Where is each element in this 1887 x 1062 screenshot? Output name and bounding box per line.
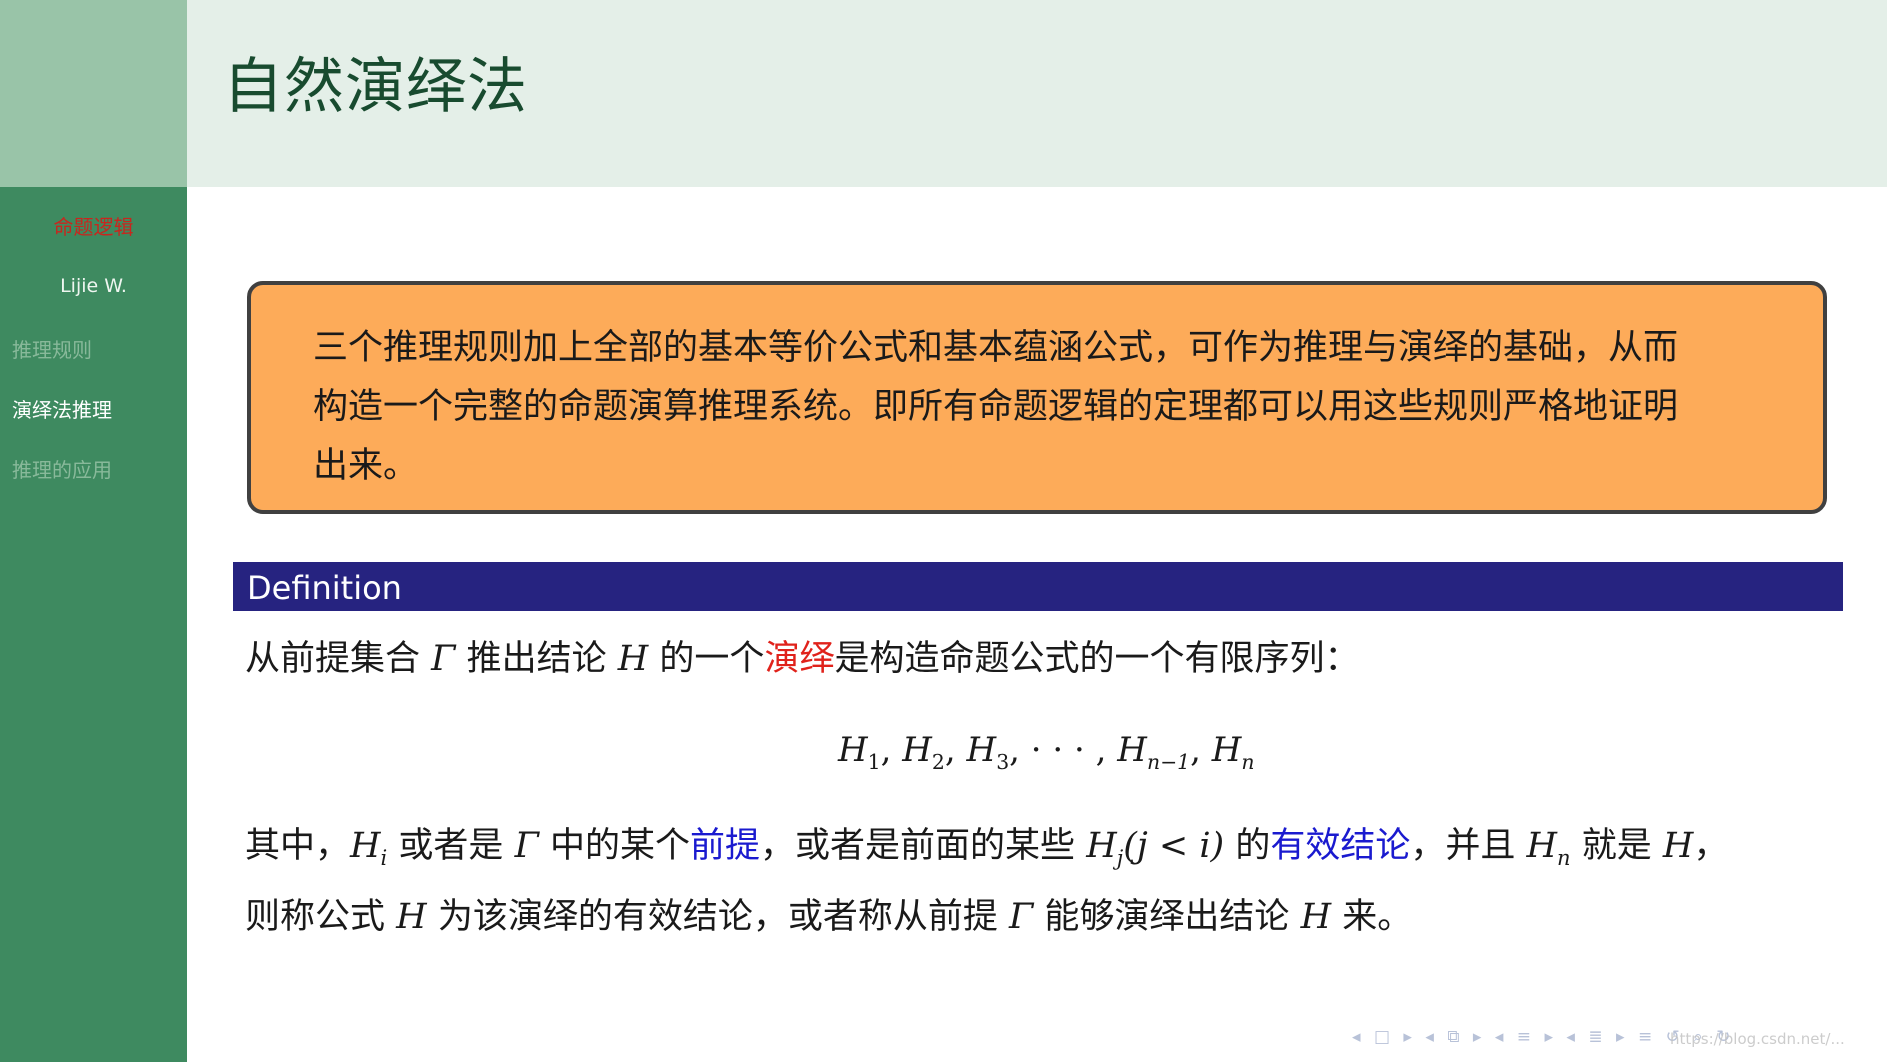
sidebar-item-deduction[interactable]: 演绎法推理 xyxy=(12,395,112,455)
nav-next-section-icon[interactable]: ▸ xyxy=(1544,1027,1557,1047)
nav-frame-icon[interactable]: □ xyxy=(1374,1027,1394,1047)
sidebar-item-applications[interactable]: 推理的应用 xyxy=(12,455,112,515)
math-h: H xyxy=(1300,897,1332,937)
definition-body: 从前提集合 Γ 推出结论 H 的一个演绎是构造命题公式的一个有限序列： xyxy=(245,635,1845,683)
highlight-line-2: 构造一个完整的命题演算推理系统。即所有命题逻辑的定理都可以用这些规则严格地证明 xyxy=(313,387,1679,427)
text-span: 是构造命题公式的一个有限序列： xyxy=(834,639,1360,679)
nav-prev-frame-icon[interactable]: ◂ xyxy=(1352,1027,1365,1047)
sidebar-item-inference-rules[interactable]: 推理规则 xyxy=(12,335,112,395)
nav-prev-section-icon[interactable]: ◂ xyxy=(1495,1027,1508,1047)
highlight-block: 三个推理规则加上全部的基本等价公式和基本蕴涵公式，可作为推理与演绎的基础，从而 … xyxy=(247,281,1827,514)
slide-title: 自然演绎法 xyxy=(223,52,528,122)
text-span: ，并且 xyxy=(1410,826,1516,866)
math-h: H xyxy=(966,730,997,770)
text-span: ，或者是前面的某些 xyxy=(760,826,1076,866)
separator: , xyxy=(1009,730,1020,770)
sidebar-author: Lijie W. xyxy=(60,275,127,297)
nav-next-frame-icon[interactable]: ▸ xyxy=(1403,1027,1416,1047)
separator: , xyxy=(1190,730,1201,770)
math-h: H xyxy=(1086,826,1117,866)
text-span: 能够演绎出结论 xyxy=(1044,897,1290,937)
link-valid-conclusion[interactable]: 有效结论 xyxy=(1270,826,1410,866)
text-span: ， xyxy=(1693,826,1729,866)
math-h: H xyxy=(1117,730,1147,770)
sidebar-presentation-title[interactable]: 命题逻辑 xyxy=(0,211,187,240)
formula-sequence: H1, H2, H3, · · · , Hn−1, Hn xyxy=(838,730,1255,774)
math-gamma: Γ xyxy=(514,826,539,866)
paragraph-line-2: 则称公式 H 为该演绎的有效结论，或者称从前提 Γ 能够演绎出结论 H 来。 xyxy=(245,888,1855,947)
text-span: 的一个 xyxy=(659,639,765,679)
text-span: 则称公式 xyxy=(245,897,386,937)
nav-subsection-icon[interactable]: ⧉ xyxy=(1447,1027,1463,1047)
math-h: H xyxy=(1211,730,1242,770)
subscript: n xyxy=(1557,846,1571,870)
subscript: n xyxy=(1241,749,1255,774)
subscript: 3 xyxy=(996,749,1010,774)
subscript: n−1 xyxy=(1146,749,1191,774)
definition-paragraph-2: 其中，Hi 或者是 Γ 中的某个前提，或者是前面的某些 Hj(j < i) 的有… xyxy=(245,817,1855,947)
definition-header: Definition xyxy=(233,562,1843,611)
sidebar-header-block xyxy=(0,0,187,187)
subscript: 1 xyxy=(867,749,881,774)
nav-next-part-icon[interactable]: ▸ xyxy=(1616,1027,1629,1047)
highlight-line-1: 三个推理规则加上全部的基本等价公式和基本蕴涵公式，可作为推理与演绎的基础，从而 xyxy=(313,328,1679,368)
link-premise[interactable]: 前提 xyxy=(690,826,760,866)
ellipsis: · · · xyxy=(1030,730,1085,770)
slide-header: 自然演绎法 xyxy=(187,0,1887,187)
watermark: https://blog.csdn.net/... xyxy=(1670,1030,1845,1048)
text-span: 为该演绎的有效结论，或者称从前提 xyxy=(437,897,998,937)
separator: , xyxy=(944,730,956,770)
text-span: 其中， xyxy=(245,826,351,866)
math-h: H xyxy=(902,730,932,770)
math-gamma: Γ xyxy=(1008,897,1034,937)
text-span: 的 xyxy=(1235,826,1271,866)
highlight-line-3: 出来。 xyxy=(313,446,419,486)
math-h: H xyxy=(838,730,868,770)
math-h: H xyxy=(1662,826,1694,866)
nav-next-subsection-icon[interactable]: ▸ xyxy=(1473,1027,1486,1047)
text-span: 就是 xyxy=(1581,826,1652,866)
text-span: 推出结论 xyxy=(466,639,607,679)
math-condition: (j < i) xyxy=(1123,826,1225,866)
math-h: H xyxy=(350,826,381,866)
separator: , xyxy=(880,730,892,770)
text-span: 中的某个 xyxy=(550,826,691,866)
text-span: 来。 xyxy=(1342,897,1413,937)
highlight-deduction: 演绎 xyxy=(764,639,835,679)
subscript: 2 xyxy=(931,749,945,774)
text-span: 或者是 xyxy=(398,826,504,866)
math-h: H xyxy=(617,639,649,679)
math-h: H xyxy=(396,897,427,937)
math-gamma: Γ xyxy=(431,639,456,679)
sidebar-nav: 推理规则 演绎法推理 推理的应用 xyxy=(12,335,112,515)
subscript: i xyxy=(380,846,388,870)
separator: , xyxy=(1095,730,1107,770)
math-h: H xyxy=(1526,826,1558,866)
nav-prev-subsection-icon[interactable]: ◂ xyxy=(1425,1027,1438,1047)
nav-outline-icon[interactable]: ≡ xyxy=(1638,1027,1656,1047)
sidebar: 命题逻辑 Lijie W. 推理规则 演绎法推理 推理的应用 xyxy=(0,187,187,1062)
nav-part-icon[interactable]: ≣ xyxy=(1588,1027,1606,1047)
definition-title: Definition xyxy=(247,569,402,607)
nav-section-icon[interactable]: ≡ xyxy=(1517,1027,1535,1047)
text-span: 从前提集合 xyxy=(245,639,421,679)
definition-line-1: 从前提集合 Γ 推出结论 H 的一个演绎是构造命题公式的一个有限序列： xyxy=(245,635,1845,683)
nav-prev-part-icon[interactable]: ◂ xyxy=(1566,1027,1579,1047)
paragraph-line-1: 其中，Hi 或者是 Γ 中的某个前提，或者是前面的某些 Hj(j < i) 的有… xyxy=(245,817,1855,888)
